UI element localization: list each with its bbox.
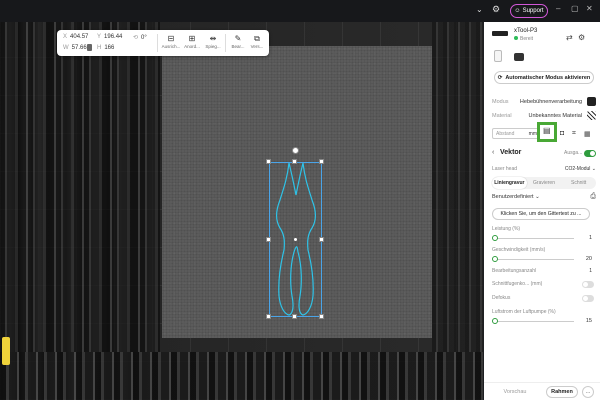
- vektor-header: ‹ Vektor Ausga...: [492, 149, 596, 161]
- modus-row[interactable]: Modus Hebebühnenverarbeitung: [492, 96, 596, 108]
- grid-icon[interactable]: ▦: [584, 130, 591, 138]
- resize-handle[interactable]: [292, 159, 297, 164]
- auto-mode-button[interactable]: ⟳ Automatischer Modus aktivieren: [494, 71, 594, 84]
- switch-device-icon[interactable]: ⇄: [566, 33, 573, 42]
- frame-button[interactable]: Rahmen: [546, 386, 578, 398]
- close-icon[interactable]: ✕: [586, 4, 593, 13]
- camera-icon[interactable]: ◘: [560, 130, 564, 137]
- chevron-down-icon: ⌄: [535, 194, 540, 200]
- back-icon[interactable]: ‹: [492, 149, 494, 156]
- preset-select[interactable]: Benutzerdefiniert ⌄ ⎙: [492, 193, 596, 204]
- resize-handle[interactable]: [266, 159, 271, 164]
- abstand-input[interactable]: Abstand mm: [492, 128, 540, 139]
- defokus-row: Defokus: [492, 295, 596, 305]
- tab-liniengravur[interactable]: Liniengravur: [492, 177, 527, 189]
- center-point: [294, 238, 297, 241]
- rotate-handle[interactable]: [292, 147, 299, 154]
- device-selector[interactable]: xTool-P3 Bereit ⇄ ⚙: [492, 28, 596, 42]
- device-name: xTool-P3: [514, 28, 538, 34]
- defokus-toggle[interactable]: [582, 295, 594, 302]
- resize-handle[interactable]: [266, 314, 271, 319]
- device-icon: [492, 31, 508, 36]
- laser-head-select[interactable]: CO2-Modul ⌄: [565, 166, 596, 172]
- status-dot: [514, 36, 518, 40]
- device-settings-icon[interactable]: ⚙: [578, 33, 585, 42]
- support-button[interactable]: ☺ Support: [510, 4, 548, 18]
- grid-test-button[interactable]: Klicken Sie, um den Gittertest zu ...: [492, 208, 590, 220]
- slider-knob[interactable]: [492, 235, 498, 241]
- chevron-down-icon: ⌄: [591, 166, 596, 172]
- resize-handle[interactable]: [292, 314, 297, 319]
- resize-handle[interactable]: [319, 314, 324, 319]
- support-icon: ☺: [514, 8, 521, 14]
- auto-mode-icon: ⟳: [497, 74, 503, 81]
- minimize-icon[interactable]: –: [556, 4, 560, 13]
- gear-icon[interactable]: ⚙: [492, 4, 500, 15]
- modus-icon: [587, 97, 596, 106]
- scan-icon[interactable]: ⌗: [572, 130, 576, 138]
- highlighted-settings-icon[interactable]: ▤: [537, 122, 557, 142]
- slider-knob[interactable]: [492, 318, 498, 324]
- resize-handle[interactable]: [319, 159, 324, 164]
- panel-footer: Vorschau Rahmen ...: [484, 382, 600, 400]
- maximize-icon[interactable]: ▢: [571, 4, 579, 13]
- settings-panel: xTool-P3 Bereit ⇄ ⚙ ⟳ Automatischer Modu…: [484, 22, 600, 400]
- tab-schnitt[interactable]: Schnitt: [561, 177, 596, 189]
- image-icon: ▤: [543, 126, 551, 135]
- accessory-row: [494, 50, 594, 66]
- processing-tabs: Liniengravur Gravieren Schnitt: [492, 177, 596, 189]
- slider-knob[interactable]: [492, 256, 498, 262]
- tab-gravieren[interactable]: Gravieren: [527, 177, 562, 189]
- material-row[interactable]: Material Unbekanntes Material: [492, 110, 596, 122]
- device-status: Bereit: [514, 36, 533, 42]
- pliers-vector[interactable]: [0, 0, 483, 400]
- schnittfugen-toggle[interactable]: [582, 281, 594, 288]
- slider-track[interactable]: [494, 321, 574, 322]
- material-icon: [587, 111, 596, 120]
- schnittfugen-row: Schnittfugenko... (mm): [492, 281, 596, 291]
- resize-handle[interactable]: [319, 237, 324, 242]
- resize-handle[interactable]: [266, 237, 271, 242]
- slider-track[interactable]: [494, 238, 574, 239]
- bearbeitungsanzahl-row[interactable]: Bearbeitungsanzahl 1: [492, 268, 596, 278]
- accessory-icon[interactable]: [514, 53, 524, 61]
- accessory-icon[interactable]: [494, 50, 502, 62]
- output-toggle[interactable]: [584, 150, 596, 157]
- slider-track[interactable]: [494, 259, 574, 260]
- save-preset-icon[interactable]: ⎙: [590, 193, 596, 201]
- support-label: Support: [522, 8, 544, 14]
- luftstrom-slider[interactable]: Luftstrom der Luftpumpe (%) 15: [492, 309, 596, 333]
- more-button[interactable]: ...: [582, 386, 594, 398]
- preview-button[interactable]: Vorschau: [490, 386, 540, 398]
